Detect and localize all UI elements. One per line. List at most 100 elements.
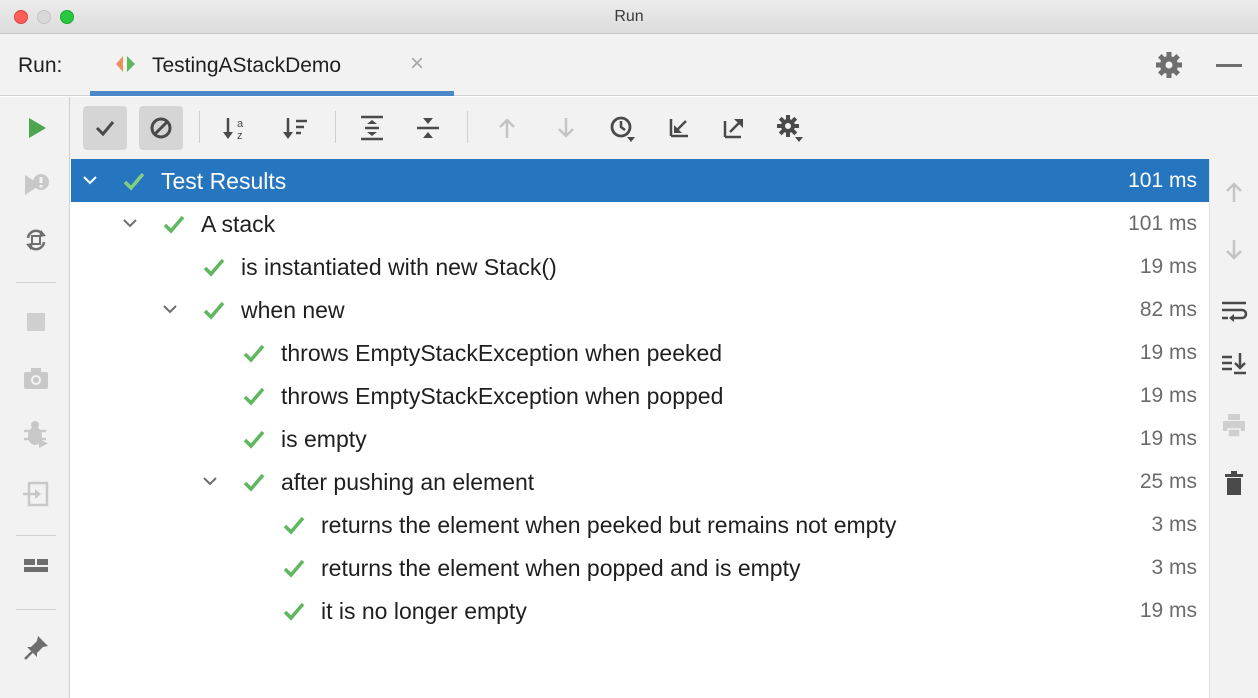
tree-row[interactable]: it is no longer empty 19 ms <box>71 589 1209 632</box>
tree-row[interactable]: A stack 101 ms <box>71 202 1209 245</box>
screenshot-icon[interactable] <box>21 363 51 393</box>
gear-icon[interactable] <box>1154 50 1184 80</box>
tree-row[interactable]: when new 82 ms <box>71 288 1209 331</box>
left-toolbar <box>0 97 70 698</box>
toolbar-separator <box>16 535 56 536</box>
chevron-down-icon[interactable] <box>81 171 99 189</box>
test-name: returns the element when popped and is e… <box>321 555 801 581</box>
passed-check-icon <box>243 387 265 406</box>
rerun-failed-icon[interactable] <box>21 169 51 199</box>
export-results-icon <box>723 119 743 139</box>
collapse-all-icon <box>417 118 439 138</box>
test-history-button[interactable] <box>600 106 644 150</box>
passed-check-icon <box>243 430 265 449</box>
tab-active-indicator <box>90 91 454 96</box>
passed-check-icon <box>243 473 265 492</box>
chevron-down-icon[interactable] <box>121 214 139 232</box>
tree-row[interactable]: throws EmptyStackException when popped 19… <box>71 374 1209 417</box>
sort-by-duration-button[interactable] <box>274 106 318 150</box>
chevron-down-icon[interactable] <box>161 300 179 318</box>
expand-all-icon <box>361 115 383 141</box>
pin-icon[interactable] <box>21 633 51 663</box>
test-name: is empty <box>281 426 367 452</box>
passed-check-icon <box>283 602 305 621</box>
test-name: it is no longer empty <box>321 598 527 624</box>
previous-failed-test-button[interactable] <box>485 106 529 150</box>
print-icon[interactable] <box>1219 411 1249 441</box>
window-titlebar: Run <box>0 0 1258 34</box>
test-duration: 19 ms <box>1139 341 1197 364</box>
up-arrow-icon[interactable] <box>1219 177 1249 207</box>
toggle-auto-test-icon[interactable] <box>21 225 51 255</box>
test-duration: 19 ms <box>1139 599 1197 622</box>
tree-row[interactable]: is empty 19 ms <box>71 417 1209 460</box>
test-duration: 19 ms <box>1139 427 1197 450</box>
test-name: A stack <box>201 211 276 237</box>
test-name: throws EmptyStackException when peeked <box>281 340 723 366</box>
import-tests-icon <box>669 119 688 138</box>
test-history-icon <box>610 116 635 142</box>
toolbar-separator <box>16 282 56 283</box>
tree-row[interactable]: throws EmptyStackException when peeked 19… <box>71 331 1209 374</box>
test-name: throws EmptyStackException when popped <box>281 383 724 409</box>
export-results-button[interactable] <box>712 106 756 150</box>
exit-icon[interactable] <box>21 479 51 509</box>
passed-check-icon <box>203 301 225 320</box>
run-configuration-icon <box>116 56 135 72</box>
test-name: is instantiated with new Stack() <box>241 254 557 280</box>
expand-all-button[interactable] <box>350 106 394 150</box>
run-tool-window-header: Run: TestingAStackDemo × <box>0 34 1258 96</box>
tree-row[interactable]: returns the element when peeked but rema… <box>71 503 1209 546</box>
passed-check-icon <box>243 344 265 363</box>
tree-row[interactable]: Test Results 101 ms <box>71 159 1209 202</box>
sort-alphabetically-button[interactable]: a z <box>214 106 258 150</box>
passed-check-icon <box>203 258 225 277</box>
tree-row[interactable]: after pushing an element 25 ms <box>71 460 1209 503</box>
next-failed-icon <box>558 118 574 138</box>
tab-testing-a-stack-demo[interactable]: TestingAStackDemo × <box>90 34 454 96</box>
scroll-to-end-icon[interactable] <box>1219 349 1249 379</box>
collapse-all-button[interactable] <box>406 106 450 150</box>
toolbar-separator <box>199 111 200 143</box>
passed-check-icon <box>123 172 145 191</box>
test-runner-toolbar: a z <box>70 97 1258 159</box>
layout-icon[interactable] <box>21 551 51 581</box>
hide-tool-window-button[interactable] <box>1216 64 1242 67</box>
import-tests-button[interactable] <box>656 106 700 150</box>
run-label: Run: <box>18 54 63 77</box>
test-name: Test Results <box>161 168 287 194</box>
test-duration: 101 ms <box>1128 169 1197 192</box>
test-duration: 101 ms <box>1128 212 1197 235</box>
test-duration: 19 ms <box>1139 255 1197 278</box>
passed-check-icon <box>163 215 185 234</box>
show-passed-icon <box>95 121 115 137</box>
next-failed-test-button[interactable] <box>544 106 588 150</box>
test-duration: 3 ms <box>1151 556 1197 579</box>
settings-icon <box>777 115 803 142</box>
test-name: when new <box>241 297 345 323</box>
stop-icon[interactable] <box>21 307 51 337</box>
soft-wrap-icon[interactable] <box>1219 296 1249 326</box>
window-title: Run <box>614 8 644 25</box>
toolbar-separator <box>467 111 468 143</box>
chevron-down-icon[interactable] <box>201 472 219 490</box>
tab-close-icon[interactable]: × <box>410 50 424 78</box>
debug-icon[interactable] <box>21 419 51 449</box>
previous-failed-icon <box>499 118 515 138</box>
test-settings-button[interactable] <box>768 106 812 150</box>
trash-icon[interactable] <box>1219 468 1249 498</box>
test-duration: 19 ms <box>1139 384 1197 407</box>
test-duration: 3 ms <box>1151 513 1197 536</box>
run-icon[interactable] <box>21 113 51 143</box>
toolbar-separator <box>335 111 336 143</box>
show-ignored-button[interactable] <box>139 106 183 150</box>
down-arrow-icon[interactable] <box>1219 235 1249 265</box>
tree-row[interactable]: returns the element when popped and is e… <box>71 546 1209 589</box>
tree-row[interactable]: is instantiated with new Stack() 19 ms <box>71 245 1209 288</box>
svg-text:a: a <box>237 118 244 130</box>
test-name: after pushing an element <box>281 469 535 495</box>
test-results-tree[interactable]: Test Results 101 ms A stack 101 ms is instan… <box>71 159 1209 698</box>
passed-check-icon <box>283 559 305 578</box>
show-passed-button[interactable] <box>83 106 127 150</box>
show-ignored-icon <box>150 117 172 139</box>
